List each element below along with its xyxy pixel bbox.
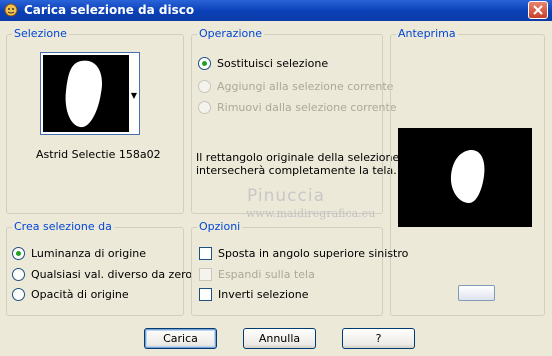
selection-name: Astrid Selectie 158a02 <box>36 148 161 161</box>
legend-anteprima: Anteprima <box>396 27 458 40</box>
radio-indicator[interactable] <box>12 268 25 281</box>
selection-thumbnail-dropdown[interactable]: ▼ <box>40 52 140 135</box>
radio-label: Luminanza di origine <box>31 247 146 260</box>
selection-thumbnail <box>43 55 129 132</box>
legend-opzioni: Opzioni <box>197 220 243 233</box>
app-icon <box>3 2 19 18</box>
legend-operazione: Operazione <box>197 27 264 40</box>
window-title: Carica selezione da disco <box>24 3 195 17</box>
checkbox-label: Sposta in angolo superiore sinistro <box>218 247 409 260</box>
radio-label: Opacità di origine <box>31 288 129 301</box>
annulla-button[interactable]: Annulla <box>243 328 316 349</box>
checkbox-indicator[interactable] <box>199 268 212 281</box>
close-icon <box>533 5 543 15</box>
dropdown-arrow-icon[interactable]: ▼ <box>131 91 137 100</box>
preview-zoom-button[interactable] <box>458 285 495 301</box>
legend-selezione: Selezione <box>12 27 69 40</box>
preview-image <box>398 128 532 227</box>
radio-indicator[interactable] <box>198 57 211 70</box>
radio-indicator[interactable] <box>198 101 211 114</box>
radio-indicator[interactable] <box>12 247 25 260</box>
carica-button[interactable]: Carica <box>144 328 217 349</box>
watermark-name: Pinuccia <box>247 186 325 206</box>
radio-label: Sostituisci selezione <box>217 57 329 70</box>
checkbox-indicator[interactable] <box>199 247 212 260</box>
watermark-url: www.maidiregrafica.eu <box>246 207 376 220</box>
title-bar[interactable]: Carica selezione da disco <box>0 0 552 21</box>
radio-indicator[interactable] <box>12 288 25 301</box>
radio-label: Aggiungi alla selezione corrente <box>217 80 394 93</box>
legend-crea-selezione: Crea selezione da <box>12 220 114 233</box>
radio-label: Qualsiasi val. diverso da zero <box>31 268 193 281</box>
operation-note-line2: intersecherà completamente la tela. <box>196 164 397 177</box>
close-button[interactable] <box>528 1 548 19</box>
checkbox-label: Inverti selezione <box>218 288 309 301</box>
help-button[interactable]: ? <box>342 328 415 349</box>
radio-indicator[interactable] <box>198 80 211 93</box>
checkbox-label: Espandi sulla tela <box>218 268 315 281</box>
operation-note-line1: Il rettangolo originale della selezione <box>196 151 400 164</box>
checkbox-indicator[interactable] <box>199 288 212 301</box>
radio-label: Rimuovi dalla selezione corrente <box>217 101 397 114</box>
